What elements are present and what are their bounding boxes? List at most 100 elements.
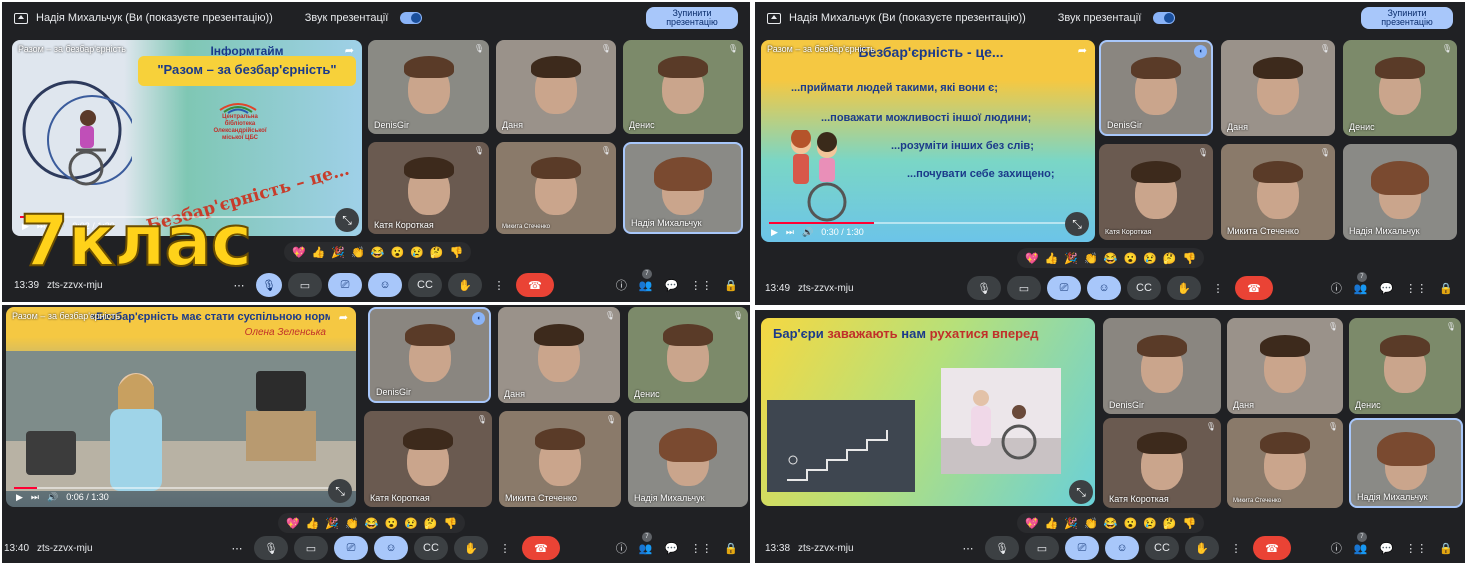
reaction-button[interactable]: 🎉 xyxy=(1064,517,1078,530)
expand-icon[interactable]: ⤡ xyxy=(1065,212,1089,236)
play-icon[interactable]: ▶ xyxy=(16,492,23,503)
reaction-button[interactable]: 🎉 xyxy=(325,517,339,530)
participant-tile[interactable]: 🎙 Даня xyxy=(1227,318,1343,414)
participant-tile[interactable]: 🎙 Катя Короткая xyxy=(368,142,489,234)
reaction-button[interactable]: 😮 xyxy=(385,517,399,530)
expand-icon[interactable]: ⤡ xyxy=(1069,480,1093,504)
participant-tile[interactable]: 🎙 Денис xyxy=(1343,40,1457,136)
participant-tile[interactable]: 🎙 Денис xyxy=(628,307,748,403)
reaction-button[interactable]: 👍 xyxy=(312,246,326,259)
shared-video[interactable]: Разом – за безбар'єрність ➦ Безбар'єрніс… xyxy=(761,40,1095,242)
camera-button[interactable]: ▭ xyxy=(1007,276,1041,300)
reaction-button[interactable]: 😢 xyxy=(1143,252,1157,265)
end-call-button[interactable]: ☎ xyxy=(1253,536,1291,560)
reaction-button[interactable]: 👎 xyxy=(450,246,464,259)
lock-icon[interactable]: 🔒 xyxy=(1439,282,1453,295)
mic-button[interactable]: 🎙 xyxy=(254,536,288,560)
next-icon[interactable]: ⏭ xyxy=(786,227,794,238)
video-progress-bar[interactable] xyxy=(14,487,348,489)
participant-tile[interactable]: 🎙 Даня xyxy=(496,40,616,134)
volume-icon[interactable]: 🔊 xyxy=(47,492,58,503)
chat-icon[interactable]: 💬 xyxy=(665,279,679,292)
people-icon[interactable]: 👥 7 xyxy=(639,531,653,555)
people-icon[interactable]: 👥 7 xyxy=(1354,531,1368,555)
end-call-button[interactable]: ☎ xyxy=(516,273,554,297)
share-icon[interactable]: ➦ xyxy=(339,311,348,324)
reaction-button[interactable]: 😮 xyxy=(391,246,405,259)
video-progress-bar[interactable] xyxy=(769,222,1087,224)
mic-button[interactable]: 🎙 xyxy=(985,536,1019,560)
reaction-button[interactable]: 👎 xyxy=(444,517,458,530)
mic-button[interactable]: 🎙 xyxy=(256,273,282,297)
reaction-button[interactable]: 😂 xyxy=(365,517,379,530)
camera-button[interactable]: ▭ xyxy=(294,536,328,560)
shared-slide[interactable]: Бар'єри заважають нам рухатися вперед xyxy=(761,318,1095,506)
next-icon[interactable]: ⏭ xyxy=(31,492,39,503)
participant-tile[interactable]: ◖ DenisGir xyxy=(368,307,491,403)
raise-hand-button[interactable]: ✋ xyxy=(1185,536,1219,560)
info-icon[interactable]: ⓘ xyxy=(1331,540,1342,556)
lock-icon[interactable]: 🔒 xyxy=(724,542,738,555)
more-vert-icon[interactable]: ⋮ xyxy=(488,273,510,297)
emoji-button[interactable]: ☺ xyxy=(1087,276,1121,300)
participant-tile[interactable]: 🎙 Микита Стеченко xyxy=(1221,144,1335,240)
raise-hand-button[interactable]: ✋ xyxy=(1167,276,1201,300)
participant-tile[interactable]: ◖ DenisGir xyxy=(1099,40,1213,136)
reaction-button[interactable]: 👏 xyxy=(351,246,365,259)
participant-tile[interactable]: 🎙 Даня xyxy=(498,307,620,403)
stop-presenting-button[interactable]: Зупинити презентацію xyxy=(646,7,738,29)
end-call-button[interactable]: ☎ xyxy=(1235,276,1273,300)
reaction-button[interactable]: 🤔 xyxy=(430,246,444,259)
present-button[interactable]: ⎚ xyxy=(328,273,362,297)
reaction-button[interactable]: 😮 xyxy=(1124,252,1138,265)
reaction-button[interactable]: 😮 xyxy=(1124,517,1138,530)
reaction-button[interactable]: 😢 xyxy=(410,246,424,259)
camera-button[interactable]: ▭ xyxy=(1025,536,1059,560)
volume-icon[interactable]: 🔊 xyxy=(802,227,813,238)
reaction-button[interactable]: 🤔 xyxy=(1163,517,1177,530)
reaction-button[interactable]: 👎 xyxy=(1183,252,1197,265)
info-icon[interactable]: ⓘ xyxy=(616,277,627,293)
more-vert-icon[interactable]: ⋮ xyxy=(1225,536,1247,560)
emoji-button[interactable]: ☺ xyxy=(1105,536,1139,560)
apps-icon[interactable]: ⋮⋮ xyxy=(690,279,712,292)
participant-tile[interactable]: 🎙 Катя Короткая xyxy=(1099,144,1213,240)
reaction-button[interactable]: 💖 xyxy=(1025,517,1039,530)
more-vert-icon[interactable]: ⋮ xyxy=(1207,276,1229,300)
more-options-icon[interactable]: ⋯ xyxy=(957,536,979,560)
play-icon[interactable]: ▶ xyxy=(771,227,778,238)
lock-icon[interactable]: 🔒 xyxy=(724,279,738,292)
reaction-button[interactable]: 🎉 xyxy=(1064,252,1078,265)
lock-icon[interactable]: 🔒 xyxy=(1439,542,1453,555)
present-button[interactable]: ⎚ xyxy=(334,536,368,560)
share-icon[interactable]: ➦ xyxy=(345,44,354,57)
emoji-button[interactable]: ☺ xyxy=(374,536,408,560)
raise-hand-button[interactable]: ✋ xyxy=(448,273,482,297)
participant-tile[interactable]: 🎙 Денис xyxy=(1349,318,1461,414)
info-icon[interactable]: ⓘ xyxy=(1331,280,1342,296)
expand-icon[interactable]: ⤡ xyxy=(328,479,352,503)
chat-icon[interactable]: 💬 xyxy=(1380,282,1394,295)
participant-tile[interactable]: 🎙 Катя Короткая xyxy=(364,411,492,507)
info-icon[interactable]: ⓘ xyxy=(616,540,627,556)
present-button[interactable]: ⎚ xyxy=(1065,536,1099,560)
shared-video[interactable]: Разом – за безбар'єрність ➦ «Безбар'єрні… xyxy=(6,307,356,507)
camera-button[interactable]: ▭ xyxy=(288,273,322,297)
reaction-button[interactable]: 👎 xyxy=(1183,517,1197,530)
reaction-button[interactable]: 👏 xyxy=(345,517,359,530)
more-options-icon[interactable]: ⋯ xyxy=(226,536,248,560)
reaction-button[interactable]: 👏 xyxy=(1084,252,1098,265)
apps-icon[interactable]: ⋮⋮ xyxy=(690,542,712,555)
reaction-button[interactable]: 😢 xyxy=(1143,517,1157,530)
participant-tile[interactable]: Надія Михальчук xyxy=(1349,418,1463,508)
presentation-sound-toggle[interactable] xyxy=(1153,12,1176,24)
participant-tile[interactable]: Надія Михальчук xyxy=(623,142,743,234)
participant-tile[interactable]: Надія Михальчук xyxy=(1343,144,1457,240)
participant-tile[interactable]: 🎙 Денис xyxy=(623,40,743,134)
reaction-button[interactable]: 😂 xyxy=(371,246,385,259)
chat-icon[interactable]: 💬 xyxy=(1380,542,1394,555)
end-call-button[interactable]: ☎ xyxy=(522,536,560,560)
reaction-button[interactable]: 👏 xyxy=(1084,517,1098,530)
reaction-button[interactable]: 😢 xyxy=(404,517,418,530)
mic-button[interactable]: 🎙 xyxy=(967,276,1001,300)
